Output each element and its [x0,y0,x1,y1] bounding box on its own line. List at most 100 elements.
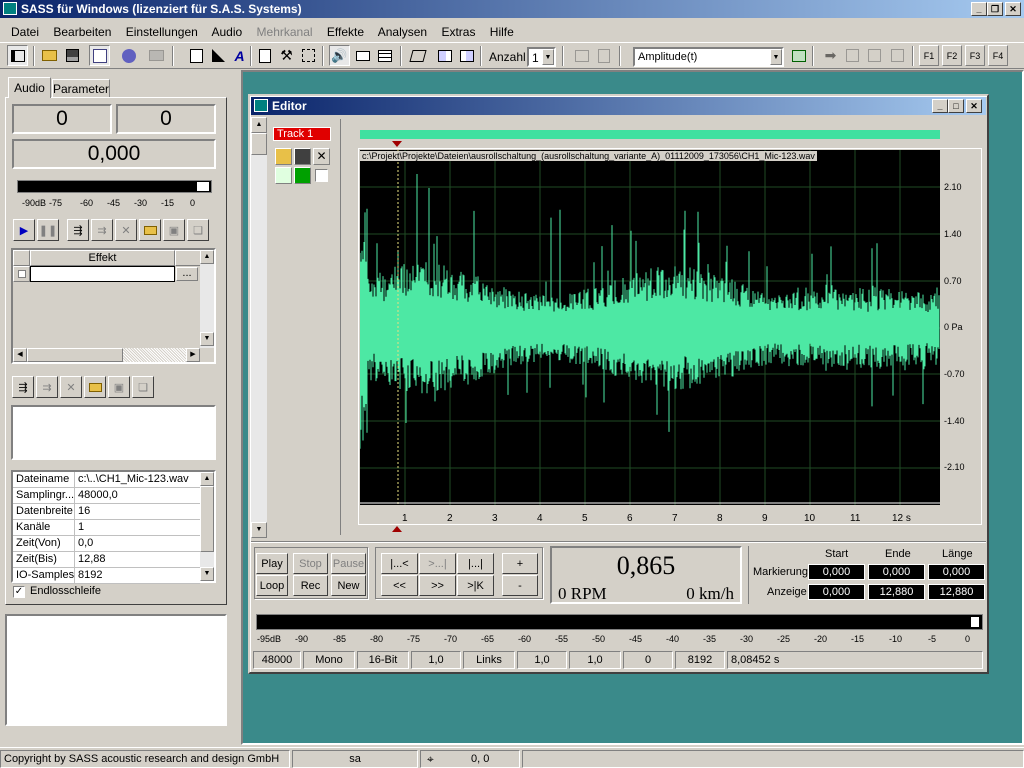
track-label[interactable]: Track 1 [273,127,331,141]
menu-bearbeiten[interactable]: Bearbeiten [53,25,111,39]
open-folder-icon[interactable] [39,45,60,66]
menu-analysen[interactable]: Analysen [378,25,427,39]
go-end-button[interactable]: |...| [457,553,494,574]
analyzer-icon[interactable] [89,45,110,66]
anzeige-laenge[interactable]: 12,880 [928,584,985,600]
delete-item-button[interactable]: ✕ [60,376,82,398]
pause-button[interactable]: Pause [331,553,366,574]
editor-vscroll[interactable]: ▲ ▼ [251,117,267,538]
minimize-button[interactable]: _ [971,2,987,16]
zoom-out-button[interactable]: - [502,575,538,596]
prop-value[interactable]: 8192 [75,568,200,584]
prop-value[interactable]: 12,88 [75,552,200,568]
close-button[interactable]: ✕ [1005,2,1021,16]
spreadsheet-icon[interactable] [374,45,395,66]
marker-top-icon[interactable] [392,141,402,147]
cascade-icon[interactable] [887,45,908,66]
print-icon[interactable] [146,45,167,66]
effects-vscroll[interactable]: ▲ ▼ [200,250,214,348]
markierung-start[interactable]: 0,000 [808,564,865,580]
f3-button[interactable]: F3 [965,45,985,66]
edit-effect-button[interactable]: ⇉ [91,219,113,241]
track-save-icon[interactable] [294,148,311,165]
anzeige-start[interactable]: 0,000 [808,584,865,600]
menu-hilfe[interactable]: Hilfe [490,25,514,39]
editor-close-button[interactable]: ✕ [966,99,982,113]
overview-bar[interactable] [360,130,940,139]
tools-icon[interactable] [118,45,139,66]
text-a-icon[interactable]: A [229,45,250,66]
prop-value[interactable]: c:\..\CH1_Mic-123.wav [75,472,200,488]
stop-button[interactable]: Stop [293,553,328,574]
prop-value[interactable]: 16 [75,504,200,520]
f1-button[interactable]: F1 [919,45,939,66]
prop-value[interactable]: 0,0 [75,536,200,552]
edit-item-button[interactable]: ⇉ [36,376,58,398]
calculator-icon[interactable] [254,45,275,66]
markierung-ende[interactable]: 0,000 [868,564,925,580]
menu-einstellungen[interactable]: Einstellungen [126,25,198,39]
chevron-down-icon[interactable]: ▼ [770,49,782,65]
play-button[interactable]: ▶ [13,219,35,241]
loop-checkbox[interactable]: ✓ [13,586,25,598]
hammer-icon[interactable]: ⚒ [276,45,297,66]
speaker-icon[interactable]: 🔊 [329,45,350,66]
effects-row[interactable] [30,266,175,282]
add-effect-button[interactable]: ⇶ [67,219,89,241]
track-loop-icon[interactable] [275,167,292,184]
save-icon[interactable] [62,45,83,66]
f2-button[interactable]: F2 [942,45,962,66]
fast-forward-button[interactable]: >> [419,575,456,596]
window-tile-icon[interactable] [407,45,428,66]
menu-effekte[interactable]: Effekte [327,25,364,39]
book-icon[interactable] [434,45,455,66]
menu-audio[interactable]: Audio [211,25,242,39]
anzeige-ende[interactable]: 12,880 [868,584,925,600]
rewind-button[interactable]: << [381,575,418,596]
prop-value[interactable]: 1 [75,520,200,536]
menu-datei[interactable]: Datei [11,25,39,39]
effects-hscroll[interactable]: ◀ ▶ [13,348,200,362]
copy-item-button[interactable]: ❏ [132,376,154,398]
restore-button[interactable]: ❐ [987,2,1003,16]
anzahl-select[interactable]: 1 ▼ [527,47,556,67]
prop-value[interactable]: 48000,0 [75,488,200,504]
effects-ellipsis-button[interactable]: ... [176,267,198,281]
open-effect-button[interactable] [139,219,161,241]
stack-icon[interactable] [864,45,885,66]
ruler-icon[interactable] [208,45,229,66]
crop-icon[interactable] [298,45,319,66]
layers-icon[interactable] [842,45,863,66]
go-start-button[interactable]: |...< [381,553,418,574]
save-effect-button[interactable]: ▣ [163,219,185,241]
copy-icon[interactable] [593,45,614,66]
go-mid-button[interactable]: >...| [419,553,456,574]
play-button[interactable]: Play [256,553,288,574]
mode-select[interactable]: Amplitude(t) ▼ [633,47,784,67]
grid-icon[interactable] [571,45,592,66]
menu-extras[interactable]: Extras [441,25,475,39]
chart-refresh-icon[interactable] [788,45,809,66]
add-item-button[interactable]: ⇶ [12,376,34,398]
pause-button[interactable]: ❚❚ [37,219,59,241]
rec-button[interactable]: Rec [293,575,328,596]
marker-bottom-icon[interactable] [392,526,402,532]
open-book-icon[interactable] [456,45,477,66]
zoom-in-button[interactable]: + [502,553,538,574]
export-icon[interactable] [186,45,207,66]
copy-effect-button[interactable]: ❏ [187,219,209,241]
panel-toggle-icon[interactable] [7,45,28,66]
new-button[interactable]: New [331,575,366,596]
open-item-button[interactable] [84,376,106,398]
tab-parameter[interactable]: Parameter [52,79,110,98]
go-marker-button[interactable]: >|K [457,575,494,596]
track-open-icon[interactable] [275,148,292,165]
waveform-plot[interactable] [360,150,940,505]
track-checkbox[interactable] [315,169,328,182]
properties-vscroll[interactable]: ▲ ▼ [200,472,214,581]
arrow-right-icon[interactable]: ➡ [820,45,841,66]
tab-audio[interactable]: Audio [8,77,51,98]
chevron-down-icon[interactable]: ▼ [542,49,554,65]
save-item-button[interactable]: ▣ [108,376,130,398]
track-delete-icon[interactable]: ✕ [313,148,330,165]
